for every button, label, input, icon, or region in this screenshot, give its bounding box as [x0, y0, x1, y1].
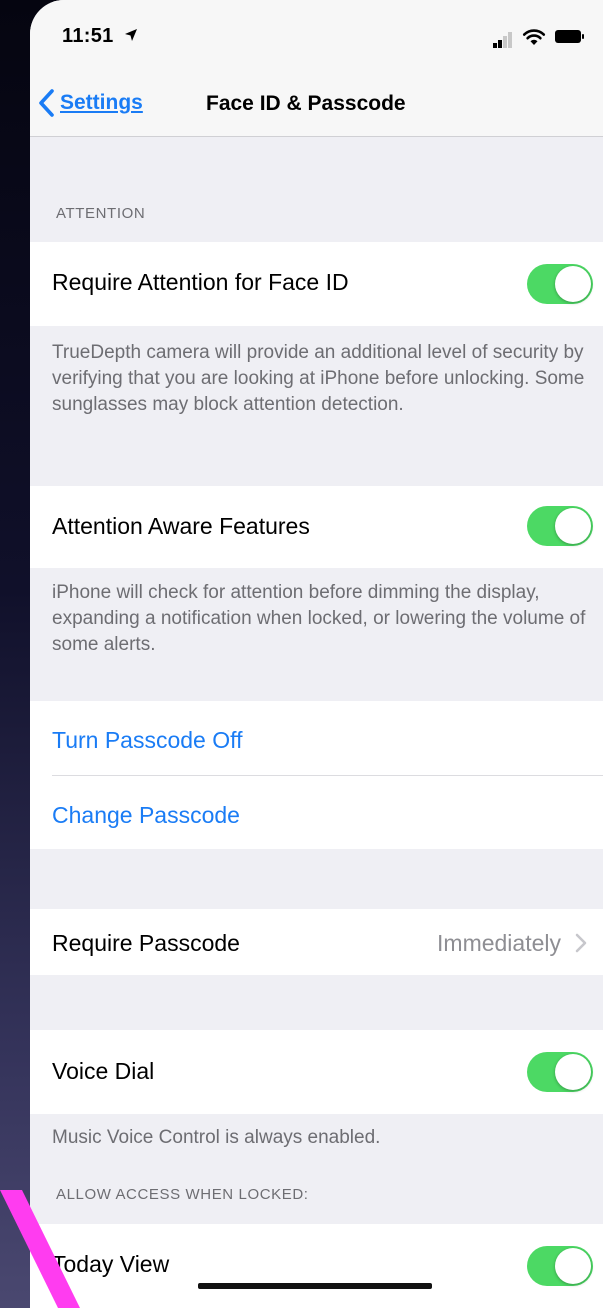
section-header-attention: ATTENTION	[56, 205, 146, 222]
page-title: Face ID & Passcode	[206, 92, 406, 115]
toggle-knob	[555, 1054, 591, 1090]
today-view-toggle[interactable]	[527, 1246, 593, 1286]
require-passcode-label: Require Passcode	[52, 930, 240, 956]
voice-dial-row: Voice Dial	[30, 1030, 603, 1114]
back-button[interactable]: Settings	[38, 86, 143, 120]
passcode-actions-group: Turn Passcode Off Change Passcode	[30, 701, 603, 849]
stage: 11:51 Settings Face ID & Passcode ATTENT…	[0, 0, 603, 1308]
require-attention-footer: TrueDepth camera will provide an additio…	[52, 342, 585, 415]
attention-aware-footer: iPhone will check for attention before d…	[52, 582, 586, 655]
require-attention-toggle[interactable]	[527, 264, 593, 304]
annotation-pink-stroke	[0, 1190, 80, 1308]
require-attention-label: Require Attention for Face ID	[52, 269, 349, 295]
annotation-underline	[198, 1283, 432, 1289]
voice-dial-toggle[interactable]	[527, 1052, 593, 1092]
chevron-right-icon	[575, 933, 587, 953]
status-time: 11:51	[62, 25, 114, 47]
turn-passcode-off-button[interactable]: Turn Passcode Off	[52, 727, 242, 754]
attention-aware-row: Attention Aware Features	[30, 486, 603, 568]
require-passcode-value: Immediately	[437, 930, 561, 956]
today-view-row: Today View	[30, 1224, 603, 1308]
require-passcode-row[interactable]: Require Passcode Immediately	[30, 909, 603, 975]
voice-dial-footer: Music Voice Control is always enabled.	[52, 1127, 381, 1148]
toggle-knob	[555, 508, 591, 544]
separator	[52, 775, 603, 776]
phone-screen: 11:51 Settings Face ID & Passcode ATTENT…	[30, 0, 603, 1308]
toggle-knob	[555, 266, 591, 302]
change-passcode-button[interactable]: Change Passcode	[52, 802, 240, 829]
battery-icon	[555, 30, 581, 43]
back-label[interactable]: Settings	[60, 91, 143, 115]
status-icons	[493, 26, 585, 48]
navigation-bar: Settings Face ID & Passcode	[30, 70, 603, 137]
require-attention-row: Require Attention for Face ID	[30, 242, 603, 326]
status-bar: 11:51	[30, 0, 603, 70]
location-arrow-icon	[125, 29, 137, 41]
battery-tip	[582, 34, 584, 39]
voice-dial-label: Voice Dial	[52, 1058, 155, 1084]
chevron-left-icon	[39, 89, 54, 117]
toggle-knob	[555, 1248, 591, 1284]
section-header-locked-access: ALLOW ACCESS WHEN LOCKED:	[56, 1186, 309, 1203]
attention-aware-label: Attention Aware Features	[52, 513, 310, 539]
attention-aware-toggle[interactable]	[527, 506, 593, 546]
wifi-icon	[522, 29, 546, 45]
